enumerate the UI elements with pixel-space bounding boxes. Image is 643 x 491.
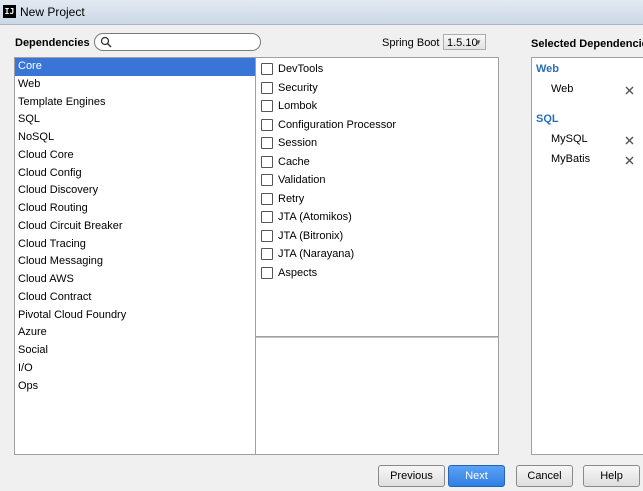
- dependency-lombok[interactable]: Lombok: [256, 97, 498, 116]
- spring-boot-label: Spring Boot: [382, 37, 440, 49]
- search-input[interactable]: [115, 35, 253, 48]
- cancel-button[interactable]: Cancel: [516, 465, 573, 487]
- window-title: New Project: [20, 5, 85, 19]
- dependency-jta-bitronix[interactable]: JTA (Bitronix): [256, 227, 498, 246]
- dependency-devtools[interactable]: DevTools: [256, 60, 498, 79]
- category-item-cloud-circuit-breaker[interactable]: Cloud Circuit Breaker: [15, 218, 255, 236]
- checkbox[interactable]: [261, 192, 273, 205]
- checkbox[interactable]: [261, 229, 273, 242]
- dependency-label: Lombok: [278, 100, 318, 113]
- dependency-label: JTA (Atomikos): [278, 211, 352, 224]
- category-item-cloud-routing[interactable]: Cloud Routing: [15, 200, 255, 218]
- checkbox[interactable]: [261, 118, 273, 131]
- category-item-io[interactable]: I/O: [15, 360, 255, 378]
- remove-mysql-icon[interactable]: [625, 136, 634, 145]
- dependency-label: Validation: [278, 174, 326, 187]
- checkbox[interactable]: [261, 100, 273, 113]
- category-item-azure[interactable]: Azure: [15, 324, 255, 342]
- remove-web-icon[interactable]: [625, 86, 634, 95]
- checkbox[interactable]: [261, 248, 273, 261]
- selected-group-web-title: Web: [536, 63, 560, 75]
- selected-group-sql-title: SQL: [536, 113, 559, 125]
- category-item-cloud-messaging[interactable]: Cloud Messaging: [15, 253, 255, 271]
- dependency-label: Aspects: [278, 267, 318, 280]
- checkbox[interactable]: [261, 211, 273, 224]
- dependency-label: JTA (Narayana): [278, 248, 355, 261]
- category-item-template-engines[interactable]: Template Engines: [15, 94, 255, 112]
- selected-item-web: Web: [551, 83, 574, 95]
- chevron-down-icon: ▼: [474, 38, 482, 47]
- dependency-security[interactable]: Security: [256, 79, 498, 98]
- selected-item-mybatis: MyBatis: [551, 153, 591, 165]
- dependencies-label: Dependencies: [15, 37, 90, 49]
- previous-button[interactable]: Previous: [378, 465, 445, 487]
- title-bar: IJ New Project: [0, 0, 643, 25]
- checkbox[interactable]: [261, 137, 273, 150]
- category-item-core[interactable]: Core: [15, 58, 255, 76]
- next-button[interactable]: Next: [448, 465, 505, 487]
- category-item-web[interactable]: Web: [15, 76, 255, 94]
- checkbox[interactable]: [261, 155, 273, 168]
- dependency-cache[interactable]: Cache: [256, 153, 498, 172]
- intellij-logo-icon: IJ: [3, 5, 16, 18]
- category-item-cloud-aws[interactable]: Cloud AWS: [15, 271, 255, 289]
- help-button[interactable]: Help: [583, 465, 640, 487]
- dependency-configuration-processor[interactable]: Configuration Processor: [256, 116, 498, 135]
- category-list[interactable]: Core Web Template Engines SQL NoSQL Clou…: [14, 57, 256, 455]
- category-item-cloud-core[interactable]: Cloud Core: [15, 147, 255, 165]
- dependency-label: DevTools: [278, 63, 324, 75]
- category-item-ops[interactable]: Ops: [15, 378, 255, 396]
- dependency-jta-atomikos[interactable]: JTA (Atomikos): [256, 208, 498, 227]
- dependency-description-panel: [256, 337, 499, 455]
- selected-dependencies-title: Selected Dependencies: [531, 38, 643, 50]
- dependency-session[interactable]: Session: [256, 134, 498, 153]
- category-item-nosql[interactable]: NoSQL: [15, 129, 255, 147]
- dependency-label: Configuration Processor: [278, 118, 397, 131]
- spring-boot-version-select[interactable]: 1.5.10 ▼: [443, 34, 486, 50]
- category-item-cloud-discovery[interactable]: Cloud Discovery: [15, 182, 255, 200]
- checkbox[interactable]: [261, 63, 273, 75]
- remove-mybatis-icon[interactable]: [625, 156, 634, 165]
- dependency-label: Session: [278, 137, 318, 150]
- category-item-cloud-contract[interactable]: Cloud Contract: [15, 289, 255, 307]
- dependency-jta-narayana[interactable]: JTA (Narayana): [256, 245, 498, 264]
- dependency-label: JTA (Bitronix): [278, 229, 344, 242]
- category-item-cloud-config[interactable]: Cloud Config: [15, 165, 255, 183]
- category-item-social[interactable]: Social: [15, 342, 255, 360]
- category-item-sql[interactable]: SQL: [15, 111, 255, 129]
- category-item-pivotal-cloud-foundry[interactable]: Pivotal Cloud Foundry: [15, 307, 255, 325]
- dependency-label: Cache: [278, 155, 310, 168]
- spring-boot-version-value: 1.5.10: [447, 37, 478, 49]
- category-item-cloud-tracing[interactable]: Cloud Tracing: [15, 236, 255, 254]
- checkbox[interactable]: [261, 174, 273, 187]
- dependency-checkbox-list: DevTools Security Lombok Configuration P…: [256, 57, 499, 337]
- checkbox[interactable]: [261, 267, 273, 280]
- dependency-label: Security: [278, 81, 318, 94]
- search-icon: [100, 36, 112, 48]
- dependency-validation[interactable]: Validation: [256, 171, 498, 190]
- search-box[interactable]: [94, 33, 261, 51]
- selected-item-mysql: MySQL: [551, 133, 588, 145]
- checkbox[interactable]: [261, 81, 273, 94]
- dependency-retry[interactable]: Retry: [256, 190, 498, 209]
- dependency-label: Retry: [278, 192, 305, 205]
- dependency-aspects[interactable]: Aspects: [256, 264, 498, 283]
- selected-dependencies-panel: Web Web SQL MySQL MyBatis: [531, 57, 643, 455]
